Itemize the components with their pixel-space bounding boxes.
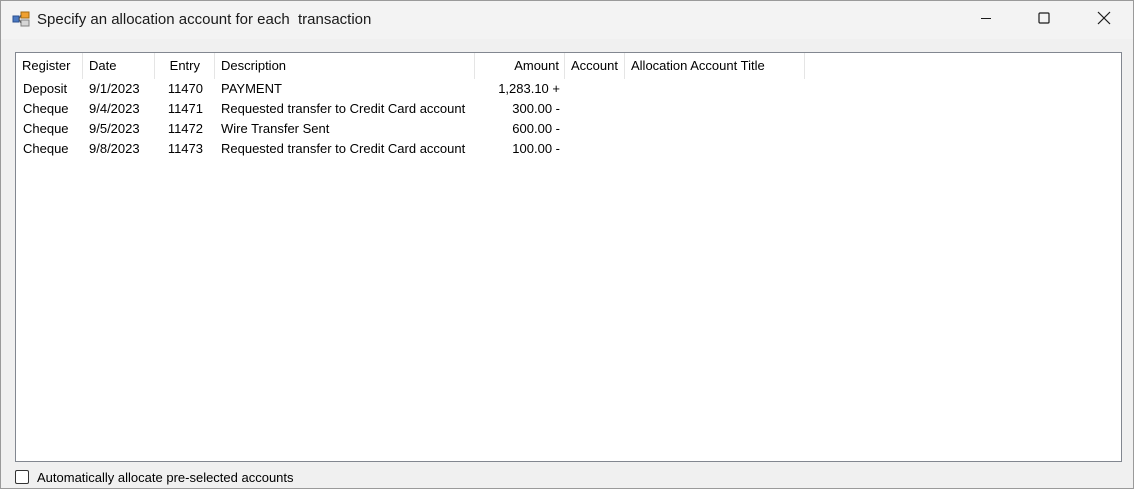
cell-amount: 100.00 - [512,141,560,156]
cell-allocation-title [625,79,805,99]
cell-register: Cheque [23,101,69,116]
window-title: Specify an allocation account for each t… [37,11,372,28]
title-bar[interactable]: Specify an allocation account for each t… [1,1,1133,39]
column-header-amount[interactable]: Amount [475,53,565,79]
cell-account[interactable] [565,119,625,139]
column-header-register[interactable]: Register [16,53,83,79]
cell-amount: 1,283.10 + [498,81,560,96]
table-row[interactable]: Cheque 9/8/2023 11473 Requested transfer… [16,139,1121,159]
cell-allocation-title [625,99,805,119]
column-header-date[interactable]: Date [83,53,155,79]
maximize-button[interactable] [1015,1,1073,39]
app-icon [12,11,30,27]
cell-date: 9/8/2023 [89,141,140,156]
cell-amount: 600.00 - [512,121,560,136]
auto-allocate-option[interactable]: Automatically allocate pre-selected acco… [15,467,294,487]
column-header-allocation-title[interactable]: Allocation Account Title [625,53,805,79]
cell-register: Deposit [23,81,68,96]
column-header-account[interactable]: Account [565,53,625,79]
column-header-row: Register Date Entry Description Amount A… [16,53,1121,79]
minimize-icon [980,11,992,29]
cell-description: Requested transfer to Credit Card accoun… [221,101,466,116]
cell-allocation-title [625,119,805,139]
cell-description: Wire Transfer Sent [221,121,330,136]
cell-date: 9/1/2023 [89,81,140,96]
column-header-description[interactable]: Description [215,53,475,79]
cell-allocation-title [625,139,805,159]
cell-description: Requested transfer to Credit Card accoun… [221,141,466,156]
cell-register: Cheque [23,141,69,156]
cell-entry: 11472 [167,121,203,136]
cell-account[interactable] [565,139,625,159]
auto-allocate-label[interactable]: Automatically allocate pre-selected acco… [37,470,294,485]
column-header-entry[interactable]: Entry [155,53,215,79]
allocation-dialog: Specify an allocation account for each t… [0,0,1134,489]
cell-register: Cheque [23,121,69,136]
table-row[interactable]: Cheque 9/5/2023 11472 Wire Transfer Sent… [16,119,1121,139]
cell-description: PAYMENT [221,81,282,96]
cell-entry: 11470 [167,81,203,96]
close-icon [1097,11,1111,30]
transactions-list[interactable]: Register Date Entry Description Amount A… [15,52,1122,462]
cell-entry: 11471 [167,101,203,116]
cell-amount: 300.00 - [512,101,560,116]
cell-date: 9/4/2023 [89,101,140,116]
close-button[interactable] [1075,1,1133,39]
maximize-icon [1038,11,1050,29]
table-row[interactable]: Cheque 9/4/2023 11471 Requested transfer… [16,99,1121,119]
cell-account[interactable] [565,99,625,119]
auto-allocate-checkbox[interactable] [15,470,29,484]
cell-date: 9/5/2023 [89,121,140,136]
cell-entry: 11473 [167,141,203,156]
cell-account[interactable] [565,79,625,99]
minimize-button[interactable] [957,1,1015,39]
table-row[interactable]: Deposit 9/1/2023 11470 PAYMENT 1,283.10 … [16,79,1121,99]
